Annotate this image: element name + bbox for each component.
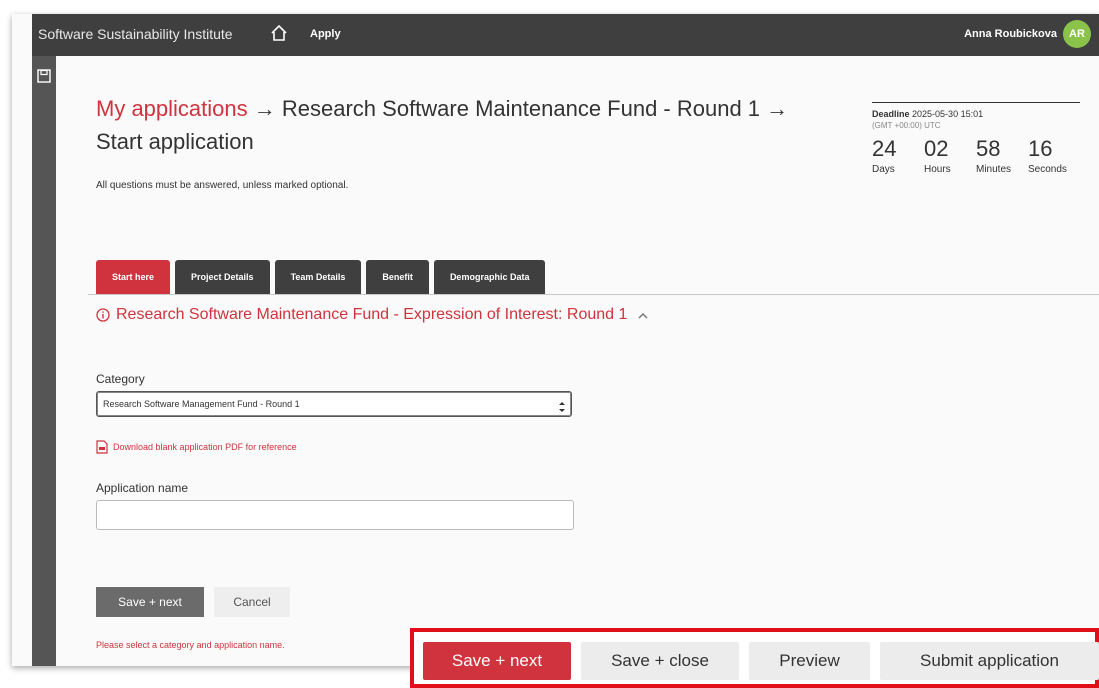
sidebar — [32, 56, 56, 666]
countdown-seconds: 16 Seconds — [1028, 136, 1080, 175]
category-select[interactable]: Research Software Management Fund - Roun… — [96, 391, 572, 417]
section-header[interactable]: Research Software Maintenance Fund - Exp… — [96, 306, 649, 324]
deadline-datetime: 2025-05-30 15:01 — [912, 109, 984, 119]
countdown: 24 Days 02 Hours 58 Minutes 16 Seconds — [872, 136, 1080, 175]
top-navbar: Software Sustainability Institute Apply … — [32, 14, 1099, 56]
breadcrumb-fund: Research Software Maintenance Fund - Rou… — [281, 96, 761, 121]
info-icon — [96, 308, 110, 322]
category-selected-value: Research Software Management Fund - Roun… — [103, 399, 300, 409]
countdown-unit: Days — [872, 164, 895, 175]
countdown-days: 24 Days — [872, 136, 924, 175]
main-content: My applications → Research Software Main… — [56, 56, 1099, 666]
breadcrumb-arrow: → — [766, 96, 789, 121]
action-submit-button[interactable]: Submit application — [880, 642, 1099, 680]
deadline-line: Deadline 2025-05-30 15:01 — [872, 109, 1080, 119]
breadcrumb-arrow: → — [253, 96, 276, 121]
apply-link[interactable]: Apply — [310, 28, 341, 40]
bottom-action-bar: Save + next Save + close Preview Submit … — [410, 628, 1099, 688]
countdown-unit: Hours — [924, 164, 951, 175]
application-name-label: Application name — [96, 481, 189, 495]
countdown-value: 02 — [924, 136, 949, 161]
tab-bar: Start here Project Details Team Details … — [96, 260, 546, 294]
tab-divider — [88, 294, 1099, 295]
tab-benefit[interactable]: Benefit — [366, 260, 429, 294]
cancel-button[interactable]: Cancel — [214, 587, 290, 617]
breadcrumb-my-applications[interactable]: My applications — [96, 96, 248, 121]
app-window: Software Sustainability Institute Apply … — [12, 14, 1099, 666]
application-name-input[interactable] — [96, 500, 574, 530]
validation-error: Please select a category and application… — [96, 640, 285, 650]
countdown-unit: Minutes — [976, 164, 1012, 175]
section-title: Research Software Maintenance Fund - Exp… — [116, 306, 628, 323]
action-preview-button[interactable]: Preview — [749, 642, 870, 680]
brand-link[interactable]: Software Sustainability Institute — [38, 26, 233, 42]
action-save-close-button[interactable]: Save + close — [581, 642, 739, 680]
download-pdf-link[interactable]: Download blank application PDF for refer… — [96, 440, 297, 454]
home-icon[interactable] — [270, 24, 288, 42]
tab-team-details[interactable]: Team Details — [274, 260, 362, 294]
chevron-up-icon[interactable] — [637, 309, 649, 321]
countdown-value: 16 — [1028, 136, 1053, 161]
save-next-button[interactable]: Save + next — [96, 587, 204, 617]
deadline-panel: Deadline 2025-05-30 15:01 (GMT +00:00) U… — [872, 102, 1080, 175]
tab-start-here[interactable]: Start here — [96, 260, 171, 294]
download-pdf-label: Download blank application PDF for refer… — [113, 442, 297, 452]
countdown-minutes: 58 Minutes — [976, 136, 1028, 175]
avatar[interactable]: AR — [1063, 20, 1091, 48]
user-name[interactable]: Anna Roubickova — [964, 28, 1057, 40]
countdown-value: 58 — [976, 136, 1001, 161]
action-save-next-button[interactable]: Save + next — [423, 642, 571, 680]
breadcrumb-current: Start application — [96, 129, 254, 154]
save-icon[interactable] — [36, 68, 52, 84]
required-note: All questions must be answered, unless m… — [96, 180, 349, 191]
category-label: Category — [96, 372, 145, 386]
deadline-label: Deadline — [872, 109, 910, 119]
tab-project-details[interactable]: Project Details — [175, 260, 270, 294]
pdf-icon — [96, 440, 108, 454]
select-arrows-icon — [559, 398, 565, 412]
deadline-timezone: (GMT +00:00) UTC — [872, 121, 941, 130]
countdown-hours: 02 Hours — [924, 136, 976, 175]
countdown-unit: Seconds — [1028, 164, 1067, 175]
page-title: My applications → Research Software Main… — [96, 96, 788, 122]
countdown-value: 24 — [872, 136, 897, 161]
tab-demographic-data[interactable]: Demographic Data — [433, 260, 546, 294]
